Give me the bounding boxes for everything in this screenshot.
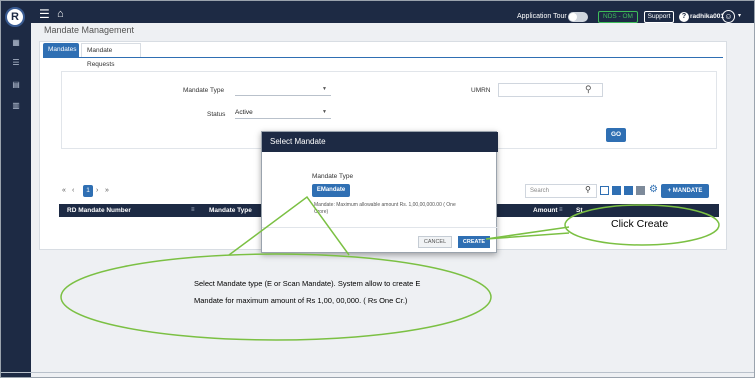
callout-pointer-select	[228, 195, 350, 256]
app-window: R ▦ ☰ ▤ ▥ ☰ ⌂ Application Tour NDS - OM …	[0, 0, 755, 378]
callout-select-mandate-text: Select Mandate type (E or Scan Mandate).…	[194, 279, 421, 305]
callout-click-create-text: Click Create	[611, 218, 669, 230]
annotation-overlay	[60, 195, 720, 341]
callout-pointer-create	[485, 226, 570, 240]
